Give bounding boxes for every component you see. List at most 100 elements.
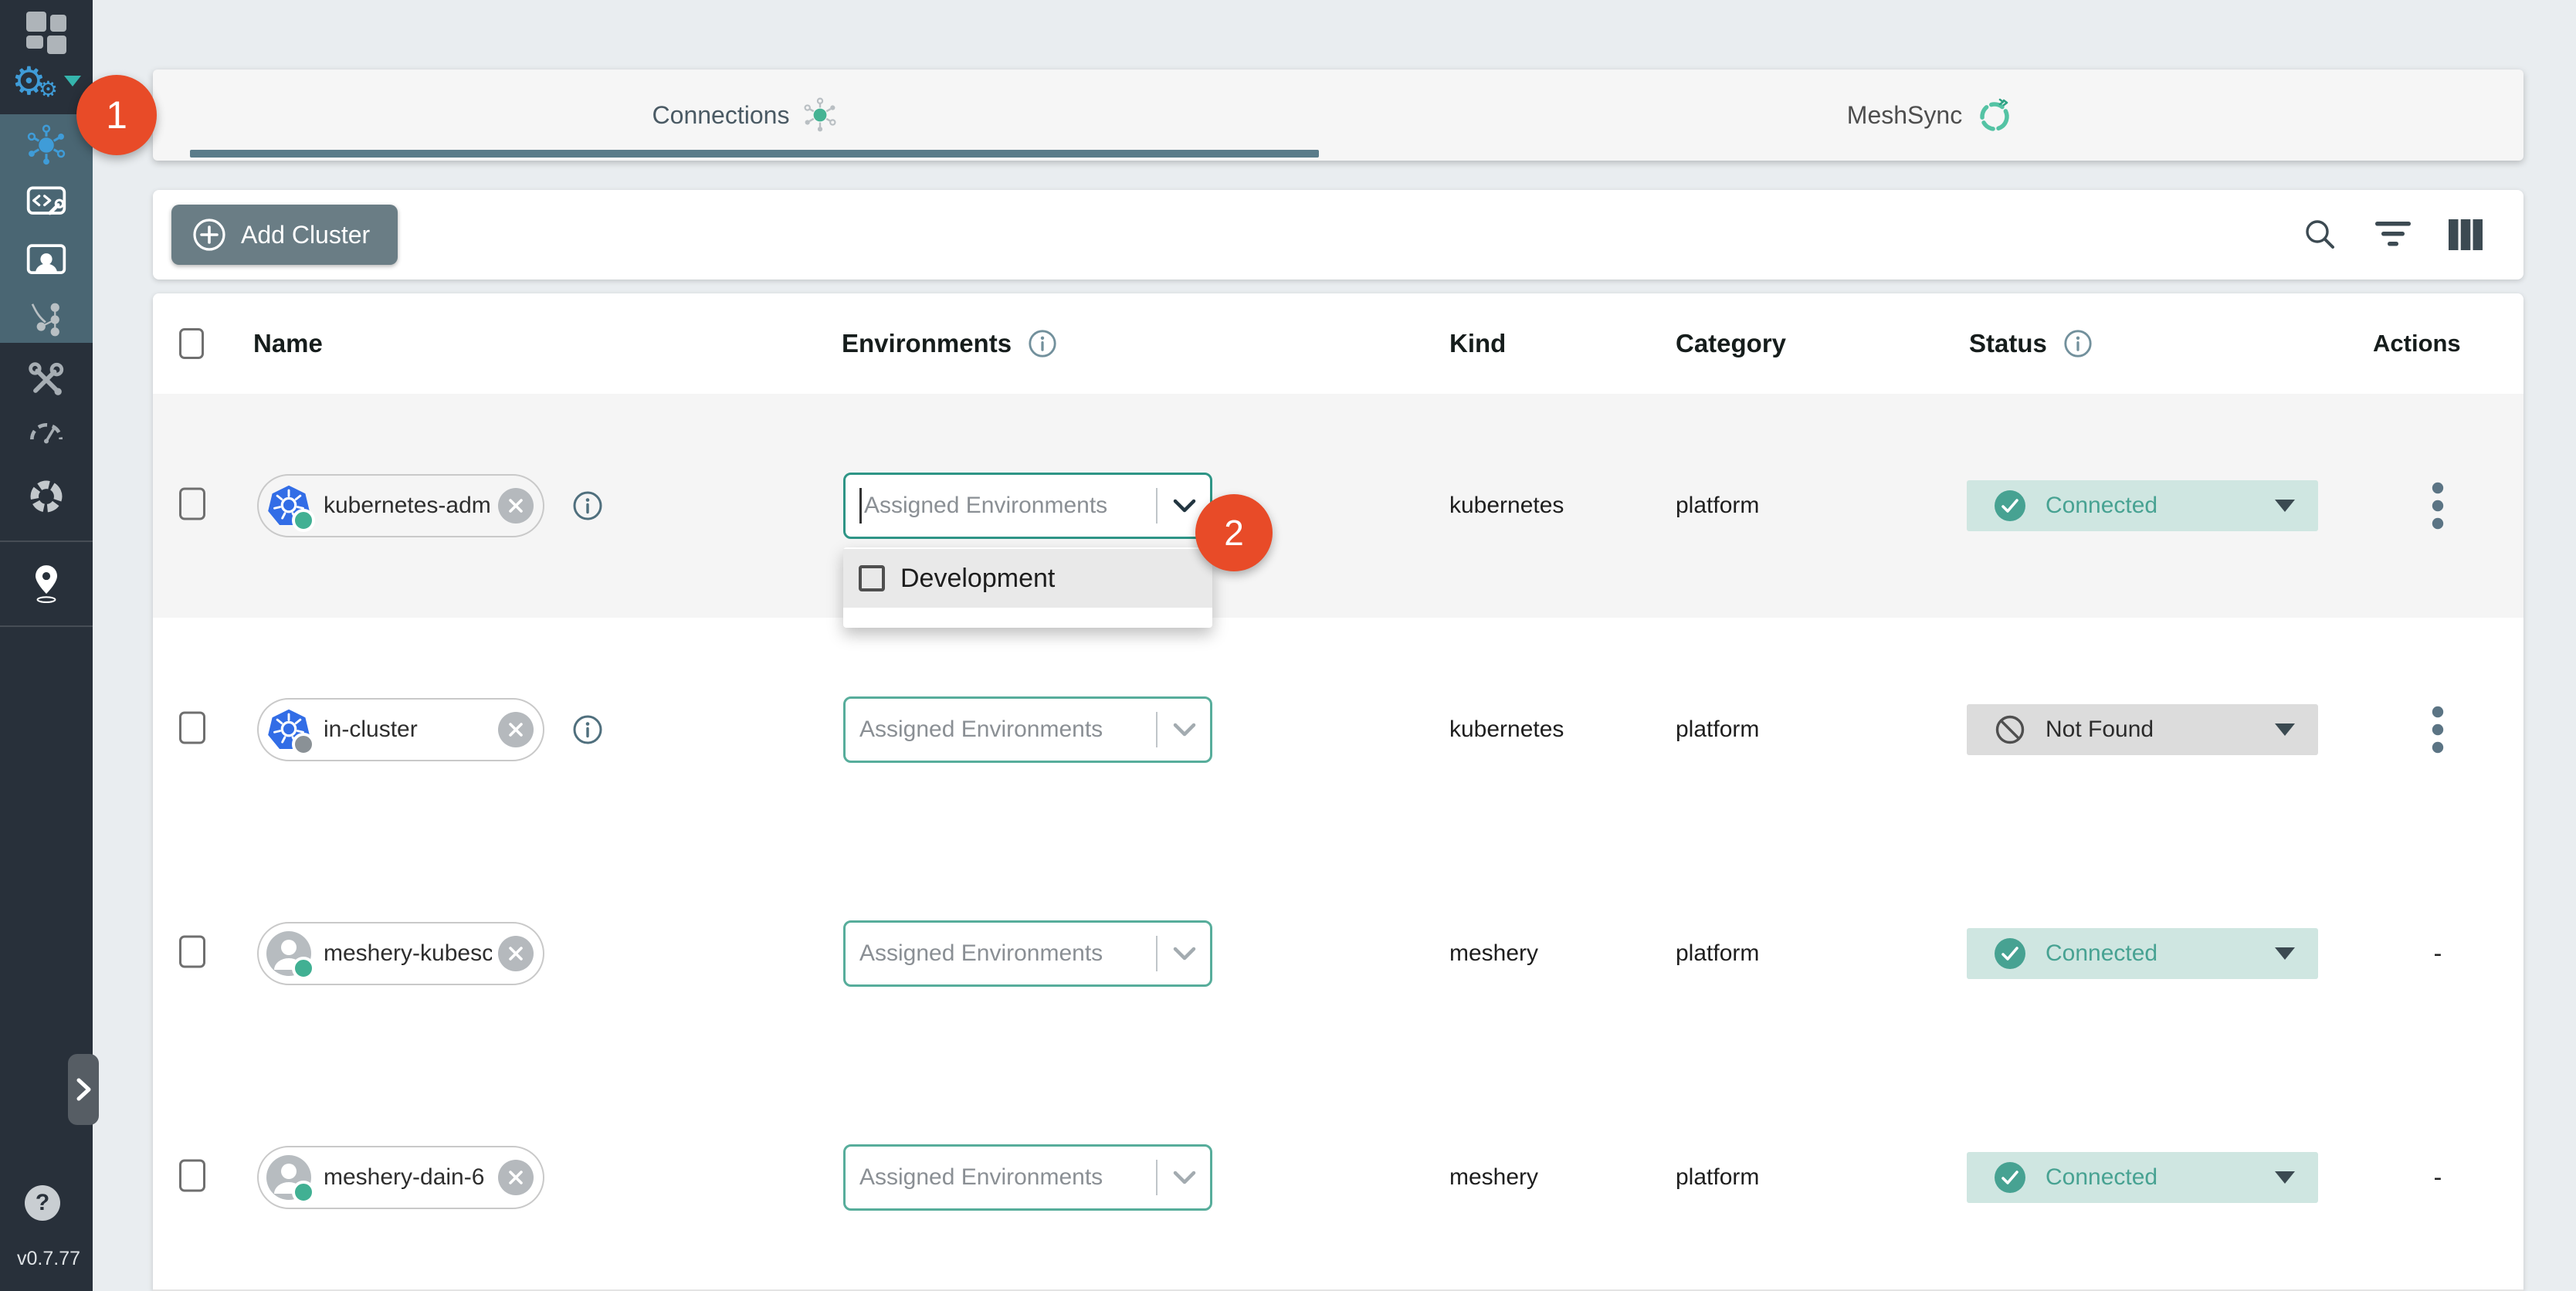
help-button[interactable]: ? xyxy=(25,1185,60,1221)
kind-cell: kubernetes xyxy=(1449,493,1564,519)
close-icon xyxy=(507,945,524,962)
connection-name: in-cluster xyxy=(324,717,492,743)
dashboard-icon xyxy=(22,7,70,55)
connection-name-chip[interactable]: in-cluster xyxy=(257,698,544,761)
category-cell: platform xyxy=(1676,717,1759,743)
filter-icon[interactable] xyxy=(2374,220,2412,249)
chevron-down-icon xyxy=(1173,499,1196,513)
table-row: meshery-dain-6 Assigned Environments mes… xyxy=(153,1066,2523,1291)
status-chip[interactable]: Connected xyxy=(1967,928,2318,979)
kubernetes-logo xyxy=(266,707,311,752)
select-all-checkbox[interactable] xyxy=(179,328,204,359)
sidebar-item-environments-pin[interactable] xyxy=(0,561,93,605)
connection-name-chip[interactable]: kubernetes-admin... xyxy=(257,474,544,537)
category-cell: platform xyxy=(1676,940,1759,967)
info-icon[interactable] xyxy=(2062,328,2093,359)
column-header-category[interactable]: Category xyxy=(1676,329,1786,358)
view-columns-icon[interactable] xyxy=(2448,219,2483,251)
add-cluster-button[interactable]: Add Cluster xyxy=(171,205,398,265)
status-label: Not Found xyxy=(2046,717,2154,743)
table-header: Name Environments Kind Category Status A… xyxy=(153,293,2523,395)
avatar-icon xyxy=(266,1155,311,1200)
annotation-step-1: 1 xyxy=(76,75,157,155)
connection-name: kubernetes-admin... xyxy=(324,493,492,519)
column-header-environments[interactable]: Environments xyxy=(842,328,1058,359)
environments-select[interactable]: Assigned Environments xyxy=(843,920,1212,987)
environments-select[interactable]: Assigned Environments xyxy=(843,1144,1212,1211)
chevron-right-icon xyxy=(73,1076,93,1103)
environments-placeholder: Assigned Environments xyxy=(859,717,1103,743)
add-circle-icon xyxy=(192,217,227,252)
column-header-kind[interactable]: Kind xyxy=(1449,329,1506,358)
sidebar-item-dashboard[interactable] xyxy=(0,7,93,55)
status-chip[interactable]: Connected xyxy=(1967,480,2318,531)
status-chip[interactable]: Connected xyxy=(1967,1152,2318,1203)
toolbar: Add Cluster xyxy=(153,190,2523,280)
sidebar-item-lifecycle[interactable]: ⚙ ⚙ xyxy=(0,62,93,100)
tabs-bar: Connections MeshSync xyxy=(153,69,2523,161)
sidebar-item-service-mesh[interactable] xyxy=(0,299,93,341)
connections-mesh-icon xyxy=(25,124,68,167)
connection-status-dot xyxy=(292,957,315,980)
info-icon xyxy=(571,490,604,522)
info-icon[interactable] xyxy=(1027,328,1058,359)
tab-meshsync[interactable]: MeshSync xyxy=(1338,69,2523,161)
sidebar-item-toolkit[interactable] xyxy=(0,358,93,402)
select-divider xyxy=(1156,1160,1158,1195)
row-actions-menu[interactable] xyxy=(2431,482,2445,530)
text-cursor xyxy=(859,488,862,524)
remove-connection-button[interactable] xyxy=(498,488,534,524)
info-icon xyxy=(571,713,604,746)
row-checkbox[interactable] xyxy=(179,488,205,524)
blocked-icon xyxy=(1995,714,2025,745)
connection-name: meshery-kubescop... xyxy=(324,940,492,967)
close-icon xyxy=(507,721,524,738)
environment-option-development[interactable]: Development xyxy=(843,549,1212,608)
connections-mesh-icon xyxy=(802,97,839,134)
service-mesh-icon xyxy=(25,299,67,341)
tab-meshsync-label: MeshSync xyxy=(1847,101,1962,130)
status-chip[interactable]: Not Found xyxy=(1967,704,2318,755)
kind-cell: meshery xyxy=(1449,1164,1538,1191)
environments-select[interactable]: Assigned Environments xyxy=(843,473,1212,539)
row-actions-menu[interactable] xyxy=(2431,706,2445,754)
environments-select[interactable]: Assigned Environments xyxy=(843,696,1212,763)
kind-cell: kubernetes xyxy=(1449,717,1564,743)
environments-placeholder: Assigned Environments xyxy=(864,493,1107,519)
kind-cell: meshery xyxy=(1449,940,1538,967)
status-label: Connected xyxy=(2046,940,2157,967)
location-pin-icon xyxy=(26,561,66,605)
connection-name-chip[interactable]: meshery-dain-6 xyxy=(257,1146,544,1209)
connection-name-chip[interactable]: meshery-kubescop... xyxy=(257,922,544,985)
sidebar-item-performance[interactable] xyxy=(0,412,93,456)
row-checkbox[interactable] xyxy=(179,936,205,972)
sidebar-item-clients[interactable] xyxy=(0,239,93,283)
select-divider xyxy=(1156,488,1158,524)
column-header-status[interactable]: Status xyxy=(1969,328,2093,359)
remove-connection-button[interactable] xyxy=(498,936,534,971)
sidebar-item-adapters[interactable] xyxy=(0,181,93,224)
option-checkbox[interactable] xyxy=(859,565,885,591)
caret-down-icon xyxy=(2275,947,2295,960)
select-divider xyxy=(1156,712,1158,747)
tab-connections[interactable]: Connections xyxy=(153,69,1338,161)
row-checkbox[interactable] xyxy=(179,712,205,748)
remove-connection-button[interactable] xyxy=(498,1160,534,1195)
search-icon[interactable] xyxy=(2303,217,2338,252)
status-label: Connected xyxy=(2046,493,2157,519)
no-actions-dash: - xyxy=(2434,1164,2442,1192)
connection-info-button[interactable] xyxy=(571,713,604,746)
connection-info-button[interactable] xyxy=(571,490,604,522)
tab-connections-label: Connections xyxy=(652,101,790,130)
sidebar-item-meshery[interactable] xyxy=(0,475,93,518)
performance-gauge-icon xyxy=(25,412,68,456)
row-actions-none: - xyxy=(2434,1164,2442,1192)
remove-connection-button[interactable] xyxy=(498,712,534,747)
column-header-name[interactable]: Name xyxy=(253,329,323,358)
avatar-icon xyxy=(266,931,311,976)
row-checkbox[interactable] xyxy=(179,1160,205,1196)
select-divider xyxy=(1156,936,1158,971)
chevron-down-icon xyxy=(1173,723,1196,737)
row-actions-none: - xyxy=(2434,940,2442,968)
expand-sidebar-button[interactable] xyxy=(68,1054,99,1125)
